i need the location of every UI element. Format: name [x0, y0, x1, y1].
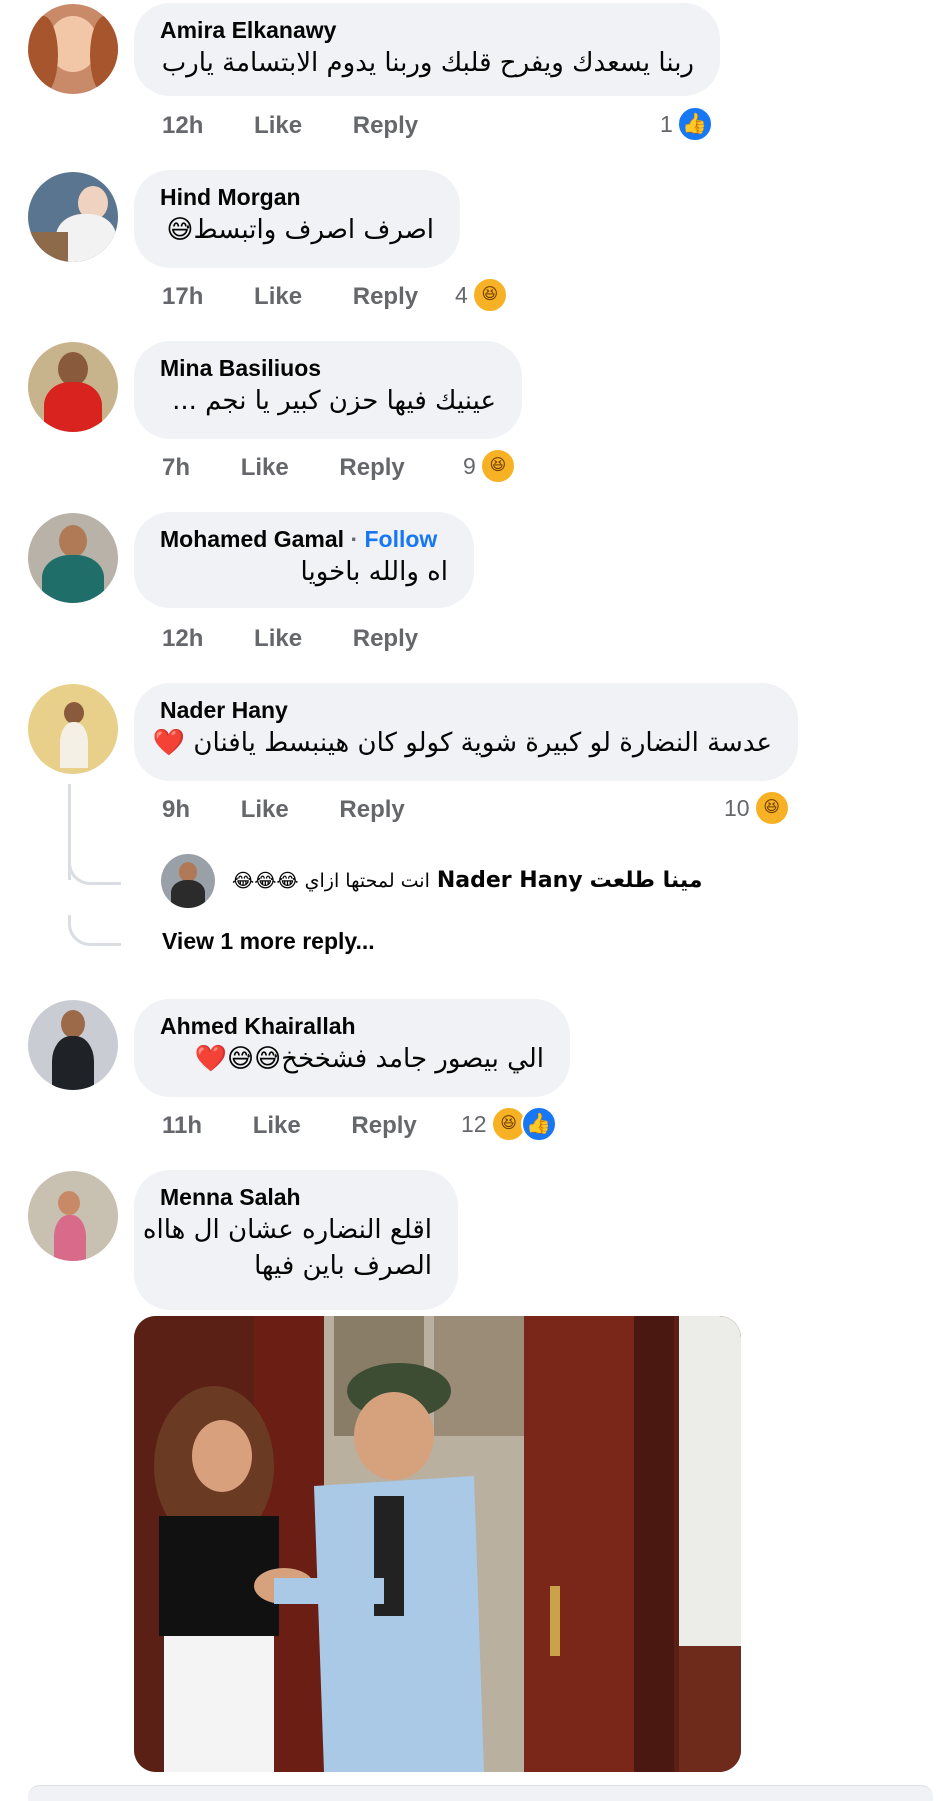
reaction-summary[interactable]: 9 😆 [463, 448, 516, 484]
reaction-count: 1 [660, 111, 673, 137]
comment-bubble: Ahmed Khairallah الي بيصور جامد فشخخخ😅😅❤… [134, 999, 570, 1097]
like-button[interactable]: Like [254, 111, 302, 141]
gif-attachment[interactable] [134, 1316, 741, 1772]
comment-actions: 11h Like Reply [162, 1111, 417, 1141]
comment-text: الي بيصور جامد فشخخخ😅😅❤️ [194, 1044, 544, 1074]
comment-author-name[interactable]: Mohamed Gamal [160, 526, 344, 552]
comment-time[interactable]: 7h [162, 453, 190, 483]
comment-actions: 12h Like Reply [162, 624, 418, 654]
comment-text-line-1: اقلع النضاره عشان ال هااه [142, 1215, 432, 1245]
comment-author[interactable]: Amira Elkanawy [160, 15, 694, 45]
comment-actions: 9h Like Reply [162, 795, 405, 825]
comment-actions: 17h Like Reply [162, 282, 418, 312]
like-button[interactable]: Like [254, 282, 302, 312]
comment-time[interactable]: 12h [162, 624, 203, 654]
composer-bar[interactable] [28, 1785, 933, 1801]
like-button[interactable]: Like [241, 453, 289, 483]
comment-author[interactable]: Mina Basiliuos [160, 353, 496, 383]
reaction-summary[interactable]: 1 👍 [660, 106, 713, 142]
comment-author[interactable]: Menna Salah [160, 1182, 432, 1212]
comment-actions: 12h Like Reply [162, 111, 418, 141]
comment-text: ربنا يسعدك ويفرح قلبك وربنا يدوم الابتسا… [161, 48, 694, 78]
avatar[interactable] [28, 513, 118, 603]
reaction-count: 12 [461, 1111, 487, 1137]
comment-text: اصرف اصرف واتبسط😅 [166, 215, 434, 245]
reply-button[interactable]: Reply [339, 795, 404, 825]
avatar[interactable] [28, 172, 118, 262]
comment-time[interactable]: 9h [162, 795, 190, 825]
reaction-summary[interactable]: 4 😆 [455, 277, 508, 313]
like-icon: 👍 [676, 106, 713, 142]
reply-author[interactable]: مينا طلعت [590, 868, 703, 893]
comment-author[interactable]: Nader Hany [160, 695, 772, 725]
reply-button[interactable]: Reply [339, 453, 404, 483]
comment-author[interactable]: Hind Morgan [160, 182, 434, 212]
comment-time[interactable]: 12h [162, 111, 203, 141]
comment-text: عينيك فيها حزن كبير يا نجم ... [172, 386, 496, 416]
thread-branch [68, 852, 121, 885]
comment-author: Mohamed Gamal · Follow [160, 524, 448, 554]
reply-button[interactable]: Reply [353, 282, 418, 312]
separator-dot: · [350, 526, 359, 552]
reaction-count: 10 [724, 795, 750, 821]
reply-text: انت لمحتها ازاي 😂😂😂 [232, 870, 430, 892]
comment-bubble: Menna Salah اقلع النضاره عشان ال هااه ال… [134, 1170, 458, 1310]
comment-bubble: Hind Morgan اصرف اصرف واتبسط😅 [134, 170, 460, 268]
reply-button[interactable]: Reply [351, 1111, 416, 1141]
like-button[interactable]: Like [253, 1111, 301, 1141]
comment-time[interactable]: 17h [162, 282, 203, 312]
avatar[interactable] [28, 1171, 118, 1261]
like-button[interactable]: Like [241, 795, 289, 825]
like-icon: 👍 [520, 1106, 557, 1142]
view-more-replies[interactable]: View 1 more reply... [162, 926, 375, 956]
reply-button[interactable]: Reply [353, 111, 418, 141]
like-button[interactable]: Like [254, 624, 302, 654]
comment-time[interactable]: 11h [162, 1111, 202, 1141]
haha-icon: 😆 [479, 448, 516, 484]
haha-icon: 😆 [471, 277, 508, 313]
comment-bubble: Mohamed Gamal · Follow اه والله باخويا [134, 512, 474, 608]
comment-bubble: Amira Elkanawy ربنا يسعدك ويفرح قلبك ورب… [134, 3, 720, 96]
comment-bubble: Mina Basiliuos عينيك فيها حزن كبير يا نج… [134, 341, 522, 439]
comment-text-line-2: الصرف باين فيها [254, 1251, 432, 1281]
avatar[interactable] [28, 342, 118, 432]
comment-author[interactable]: Ahmed Khairallah [160, 1011, 544, 1041]
reaction-summary[interactable]: 10 😆 [724, 790, 790, 826]
avatar[interactable] [28, 1000, 118, 1090]
reaction-count: 9 [463, 453, 476, 479]
reply-preview[interactable]: مينا طلعت Nader Hany انت لمحتها ازاي 😂😂😂 [232, 866, 703, 896]
reply-mention[interactable]: Nader Hany [437, 868, 583, 893]
reaction-summary[interactable]: 12 😆 👍 [461, 1106, 557, 1142]
comment-text: عدسة النضارة لو كبيرة شوية كولو كان هينب… [152, 728, 772, 758]
avatar[interactable] [28, 684, 118, 774]
thread-branch [68, 915, 121, 946]
comment-actions: 7h Like Reply [162, 453, 405, 483]
reaction-count: 4 [455, 282, 468, 308]
reply-avatar[interactable] [161, 854, 215, 908]
haha-icon: 😆 [753, 790, 790, 826]
comment-bubble: Nader Hany عدسة النضارة لو كبيرة شوية كو… [134, 683, 798, 781]
gif-image [134, 1316, 741, 1772]
avatar[interactable] [28, 4, 118, 94]
follow-button[interactable]: Follow [365, 526, 438, 552]
comment-text: اه والله باخويا [300, 557, 448, 587]
reply-button[interactable]: Reply [353, 624, 418, 654]
